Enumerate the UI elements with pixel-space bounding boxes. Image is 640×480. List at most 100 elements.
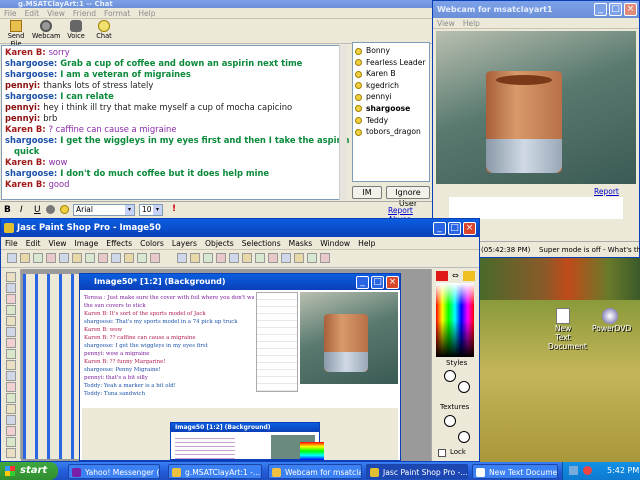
maximize-button[interactable]: □ xyxy=(609,3,622,16)
toolbar-tool-icon[interactable] xyxy=(137,253,147,263)
toolbar-tool-icon[interactable] xyxy=(229,253,239,263)
color-icon[interactable] xyxy=(46,205,55,214)
psp-menu-item[interactable]: Window xyxy=(320,239,350,248)
paint-tool-icon[interactable] xyxy=(6,305,16,315)
toolbar-tool-icon[interactable] xyxy=(46,253,56,263)
texture-null-icon[interactable] xyxy=(444,415,456,427)
toolbar-tool-icon[interactable] xyxy=(190,253,200,263)
psp-menu-item[interactable]: Help xyxy=(358,239,375,248)
psp-menu-item[interactable]: File xyxy=(5,239,18,248)
psp-menu-item[interactable]: Effects xyxy=(106,239,132,248)
network-icon[interactable] xyxy=(569,466,578,475)
close-button[interactable]: × xyxy=(386,276,399,289)
toolbar-tool-icon[interactable] xyxy=(72,253,82,263)
paint-tool-icon[interactable] xyxy=(6,393,16,403)
style-null-icon[interactable] xyxy=(458,381,470,393)
toolbar-tool-icon[interactable] xyxy=(85,253,95,263)
toolbar-tool-icon[interactable] xyxy=(150,253,160,263)
menu-friend[interactable]: Friend xyxy=(73,9,96,18)
buddy-item[interactable]: Bonny xyxy=(355,45,427,57)
paint-tool-icon[interactable] xyxy=(6,382,16,392)
voice-button[interactable]: Voice xyxy=(64,20,88,40)
toolbar-tool-icon[interactable] xyxy=(203,253,213,263)
paint-tool-icon[interactable] xyxy=(6,338,16,348)
paint-tool-icon[interactable] xyxy=(6,283,16,293)
maximize-button[interactable]: □ xyxy=(371,276,384,289)
toolbar-tool-icon[interactable] xyxy=(294,253,304,263)
toolbar-tool-icon[interactable] xyxy=(7,253,17,263)
im-button[interactable]: IM xyxy=(352,186,382,199)
font-select[interactable]: Arial ▾ xyxy=(73,204,135,216)
paint-tool-icon[interactable] xyxy=(6,327,16,337)
menu-edit[interactable]: Edit xyxy=(25,9,40,18)
taskbar-notepad[interactable]: New Text Document ... xyxy=(472,464,558,479)
paint-tool-icon[interactable] xyxy=(6,272,16,282)
desktop-icon-new-text[interactable]: New Text Document xyxy=(548,308,587,351)
menu-view[interactable]: View xyxy=(437,19,455,28)
send-file-button[interactable]: Send File xyxy=(2,20,30,48)
underline-button[interactable]: U xyxy=(34,205,41,215)
buddy-item[interactable]: pennyi xyxy=(355,91,427,103)
smiley-icon[interactable] xyxy=(60,205,69,214)
toolbar-tool-icon[interactable] xyxy=(216,253,226,263)
psp-menu-item[interactable]: Image xyxy=(74,239,98,248)
paint-tool-icon[interactable] xyxy=(6,426,16,436)
buddy-item[interactable]: Teddy xyxy=(355,115,427,127)
menu-help[interactable]: Help xyxy=(463,19,480,28)
toolbar-tool-icon[interactable] xyxy=(177,253,187,263)
maximize-button[interactable]: □ xyxy=(448,222,461,235)
toolbar-tool-icon[interactable] xyxy=(98,253,108,263)
paint-tool-icon[interactable] xyxy=(6,371,16,381)
paint-tool-icon[interactable] xyxy=(6,316,16,326)
style-null-icon[interactable] xyxy=(444,370,456,382)
desktop-icon-powerdvd[interactable]: PowerDVD xyxy=(592,308,631,333)
menu-format[interactable]: Format xyxy=(104,9,130,18)
toolbar-tool-icon[interactable] xyxy=(307,253,317,263)
taskbar-chat[interactable]: g.MSATClayArt:1 -... xyxy=(168,464,262,479)
paint-tool-icon[interactable] xyxy=(6,349,16,359)
ignore-user-button[interactable]: Ignore User xyxy=(386,186,430,208)
start-button[interactable]: start xyxy=(0,462,58,480)
background-color[interactable] xyxy=(463,271,475,281)
buddy-item[interactable]: kgedrich xyxy=(355,80,427,92)
swap-colors-icon[interactable]: ⇔ xyxy=(452,271,459,280)
lock-checkbox[interactable] xyxy=(438,449,446,457)
psp-menu-item[interactable]: View xyxy=(48,239,66,248)
menu-file[interactable]: File xyxy=(4,9,17,18)
foreground-color[interactable] xyxy=(436,271,448,281)
buddy-item[interactable]: tobors_dragon xyxy=(355,126,427,138)
menu-view[interactable]: View xyxy=(47,9,65,18)
texture-null-icon[interactable] xyxy=(458,431,470,443)
taskbar-yahoo[interactable]: Yahoo! Messenger (I... xyxy=(68,464,160,479)
paint-tool-icon[interactable] xyxy=(6,415,16,425)
toolbar-tool-icon[interactable] xyxy=(20,253,30,263)
toolbar-tool-icon[interactable] xyxy=(255,253,265,263)
psp-menu-item[interactable]: Edit xyxy=(26,239,41,248)
psp-menu-item[interactable]: Layers xyxy=(172,239,197,248)
paint-tool-icon[interactable] xyxy=(6,437,16,447)
psp-menu-item[interactable]: Colors xyxy=(140,239,164,248)
chat-button[interactable]: Chat xyxy=(92,20,116,40)
menu-help[interactable]: Help xyxy=(138,9,155,18)
bold-button[interactable]: B xyxy=(4,205,11,215)
paint-tool-icon[interactable] xyxy=(6,294,16,304)
size-select[interactable]: 10 ▾ xyxy=(139,204,163,216)
webcam-button[interactable]: Webcam xyxy=(32,20,60,40)
chat-transcript[interactable]: Karen B: sorry shargoose: Grab a cup of cof… xyxy=(1,45,402,200)
transcript-scrollbar[interactable] xyxy=(339,45,347,200)
toolbar-tool-icon[interactable] xyxy=(111,253,121,263)
taskbar-webcam[interactable]: Webcam for msatclay... xyxy=(268,464,362,479)
close-button[interactable]: × xyxy=(463,222,476,235)
paint-tool-icon[interactable] xyxy=(6,448,16,458)
psp-menu-item[interactable]: Masks xyxy=(289,239,313,248)
buddy-list[interactable]: Bonny Fearless Leader Karen Bkgedrich penny… xyxy=(352,42,430,182)
toolbar-tool-icon[interactable] xyxy=(242,253,252,263)
toolbar-tool-icon[interactable] xyxy=(320,253,330,263)
yahoo-tray-icon[interactable] xyxy=(583,466,592,475)
buzz-icon[interactable]: ! xyxy=(172,204,176,214)
toolbar-tool-icon[interactable] xyxy=(33,253,43,263)
minimize-button[interactable]: _ xyxy=(356,276,369,289)
psp-menu-item[interactable]: Selections xyxy=(242,239,281,248)
paint-tool-icon[interactable] xyxy=(6,360,16,370)
toolbar-tool-icon[interactable] xyxy=(59,253,69,263)
